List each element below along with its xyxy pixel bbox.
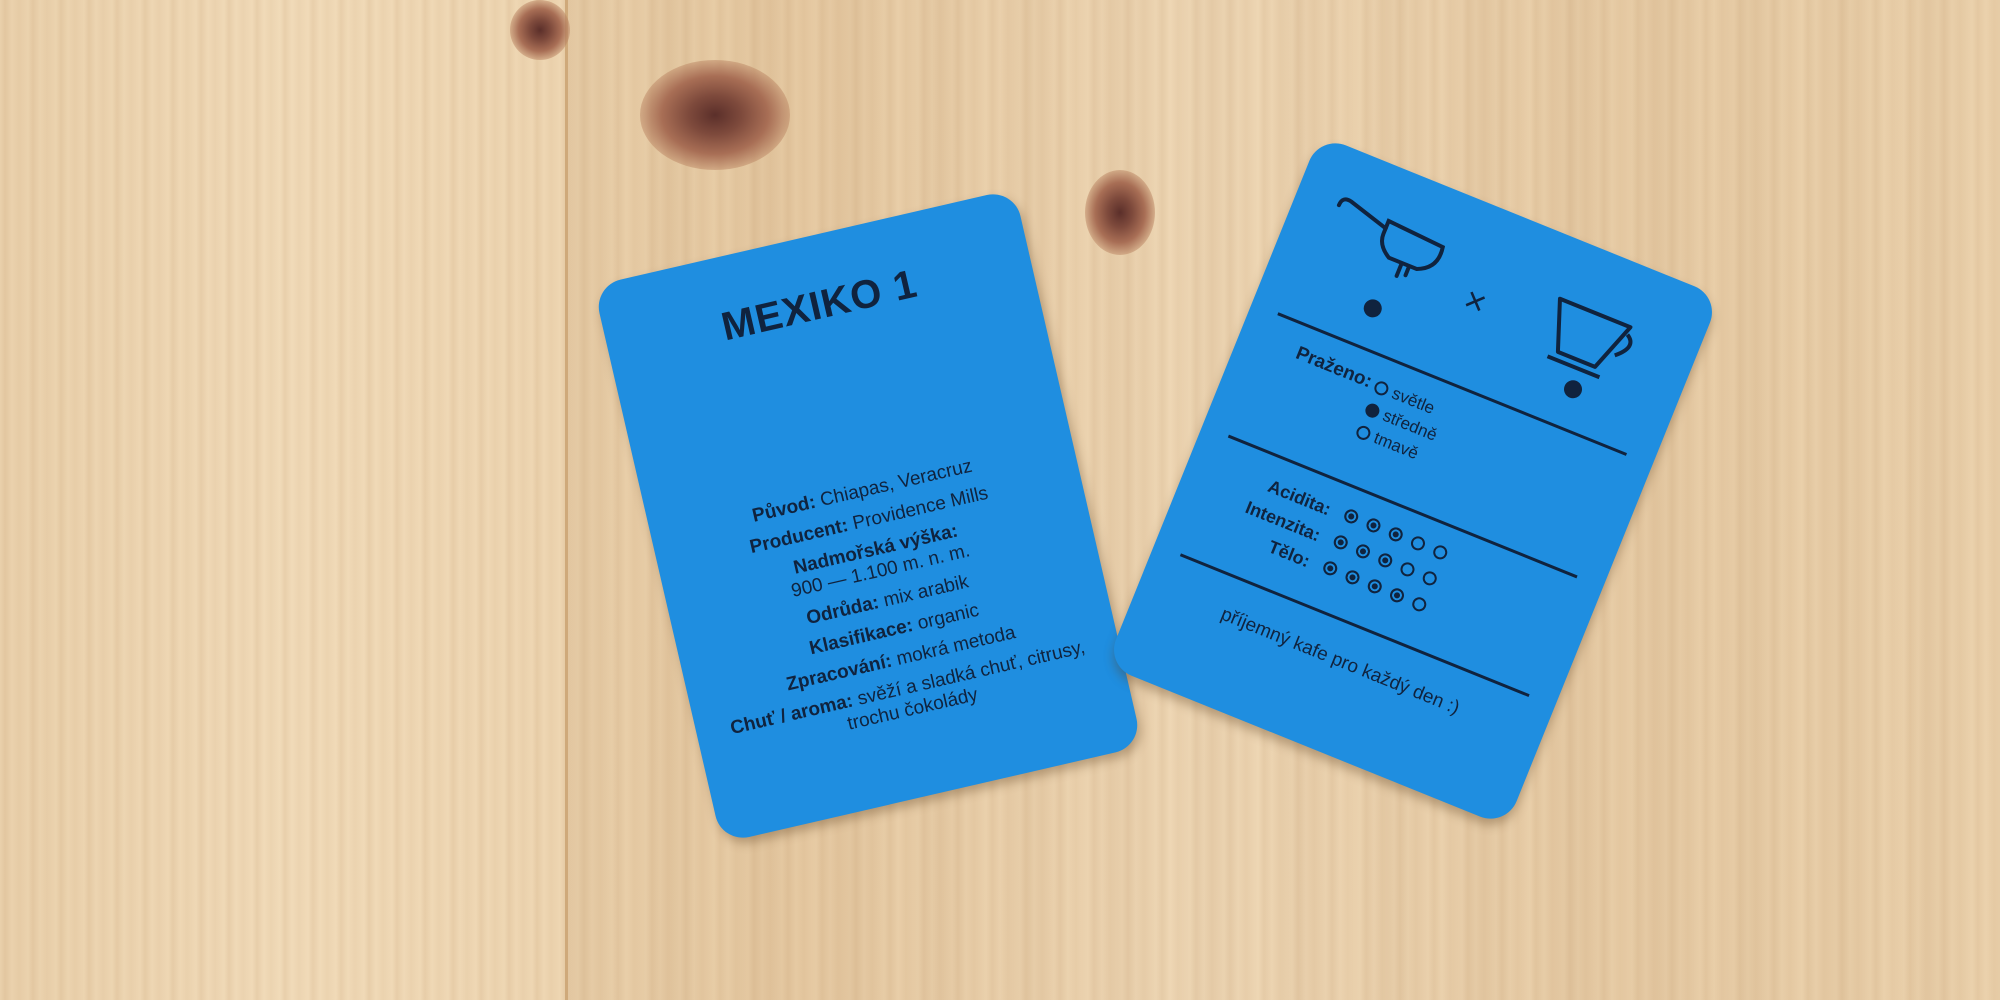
roast-radio	[1372, 379, 1391, 398]
rating-dot-empty	[1409, 533, 1428, 553]
taste-scales: Acidita: Intenzita: Tělo:	[1202, 456, 1456, 624]
roast-radio-selected	[1363, 401, 1382, 420]
rating-dot-filled	[1342, 506, 1361, 526]
wood-knot-large	[640, 60, 790, 170]
wood-panel-left	[0, 0, 568, 1000]
brew-times-symbol: ×	[1458, 277, 1493, 324]
rating-dot-filled	[1321, 558, 1340, 578]
wood-knot-small	[1085, 170, 1155, 255]
rating-dot-filled	[1386, 524, 1406, 544]
rating-dot-empty	[1431, 542, 1450, 562]
rating-dot-filled	[1343, 567, 1362, 587]
espresso-portafilter-icon	[1336, 197, 1446, 278]
wood-knot-edge	[510, 0, 570, 60]
rating-dot-filled	[1365, 576, 1385, 595]
rating-dot-empty	[1398, 559, 1417, 579]
rating-dot-empty	[1410, 594, 1429, 613]
brew-espresso-selected-dot	[1361, 296, 1385, 321]
roast-section: Praženo: světle středně tmavě	[1273, 343, 1450, 472]
rating-dot-filled	[1388, 585, 1407, 604]
rating-dot-filled	[1376, 550, 1395, 570]
coffee-info-list: Původ: Chiapas, Veracruz Producent: Prov…	[679, 439, 1099, 770]
rating-dot-empty	[1420, 568, 1440, 588]
rating-dot-filled	[1364, 515, 1383, 535]
info-value: organic	[915, 599, 981, 635]
rating-dot-filled	[1331, 532, 1351, 552]
roast-radio	[1354, 423, 1373, 443]
rating-dot-filled	[1354, 541, 1373, 561]
info-label: Původ:	[750, 491, 818, 527]
pour-over-dripper-icon	[1546, 296, 1633, 380]
